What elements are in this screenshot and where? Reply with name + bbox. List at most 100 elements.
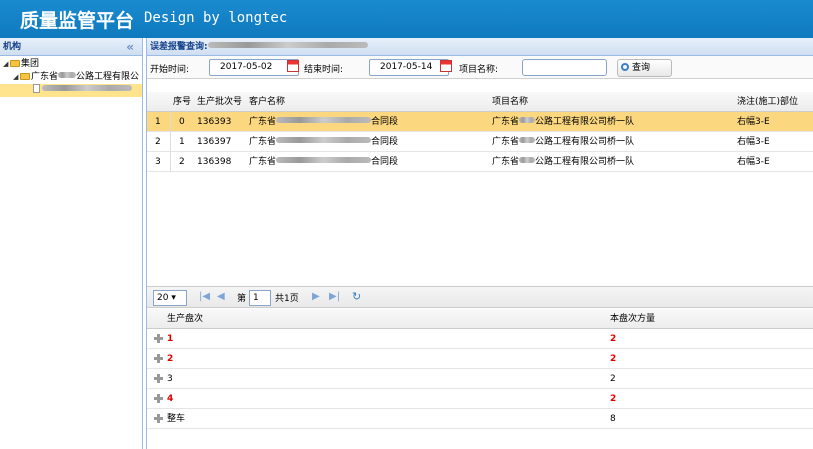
next-page-icon[interactable]: ▶ xyxy=(312,291,320,302)
list-item[interactable]: 3 2 xyxy=(147,369,813,389)
redacted-text xyxy=(519,117,536,123)
start-date-input[interactable]: 2017-05-02 xyxy=(209,59,299,76)
cell-client: 广东省 合同段 xyxy=(249,157,399,167)
page-size-select[interactable]: 20 ▾ xyxy=(153,290,187,306)
tree-node-label-prefix: 广东省 xyxy=(31,72,59,82)
batch-number: 1 xyxy=(167,334,174,344)
last-page-icon[interactable]: ▶| xyxy=(329,291,340,302)
project-name-input[interactable] xyxy=(522,59,607,76)
redacted-text xyxy=(519,137,536,143)
cell-batch: 136397 xyxy=(197,137,232,147)
app-title: 质量监管平台 xyxy=(20,10,135,32)
batch-number: 整车 xyxy=(167,414,186,424)
query-button[interactable]: 查询 xyxy=(617,59,672,77)
tree-node-group[interactable]: ◢ 集团 xyxy=(0,58,142,71)
app-header: 质量监管平台 Design by longtec xyxy=(0,0,813,38)
pagination-bar: 20 ▾ |◀ ◀ 第 1 共1页 ▶ ▶| ↻ xyxy=(147,286,813,308)
folder-icon xyxy=(20,73,30,80)
cell-part: 右幅3-E xyxy=(737,157,770,167)
page-prefix: 第 xyxy=(237,294,247,304)
prev-page-icon[interactable]: ◀ xyxy=(217,291,225,302)
column-header-batch[interactable]: 生产批次号 xyxy=(197,92,242,112)
column-header-client[interactable]: 客户名称 xyxy=(249,92,285,112)
cell-part: 右幅3-E xyxy=(737,117,770,127)
end-time-label: 结束时间: xyxy=(304,65,344,75)
start-time-label: 开始时间: xyxy=(150,65,190,75)
first-page-icon[interactable]: |◀ xyxy=(199,291,210,302)
sidebar-header: 机构 « xyxy=(0,38,142,56)
redacted-text xyxy=(207,42,368,48)
collapse-icon[interactable]: « xyxy=(126,38,134,56)
project-name-label: 项目名称: xyxy=(459,65,499,75)
column-header-volume[interactable]: 本盘次方量 xyxy=(610,309,655,329)
list-item[interactable]: 整车 8 xyxy=(147,409,813,429)
tree-node-label: 集团 xyxy=(21,59,40,69)
page-number-input[interactable]: 1 xyxy=(249,290,271,306)
query-button-label: 查询 xyxy=(632,63,651,73)
file-icon xyxy=(33,84,40,93)
redacted-text xyxy=(42,85,132,91)
cell-seq: 2 xyxy=(179,157,185,167)
tree-node-label-suffix: 公路工程有限公 xyxy=(76,72,140,82)
batch-volume: 2 xyxy=(610,334,617,344)
column-header-part[interactable]: 浇注(施工)部位 xyxy=(737,92,798,112)
expand-plus-icon[interactable] xyxy=(154,354,163,363)
search-icon xyxy=(621,63,629,71)
calendar-icon[interactable] xyxy=(287,60,299,72)
row-index: 1 xyxy=(155,117,161,127)
page-total: 共1页 xyxy=(275,294,299,304)
cell-project: 广东省 公路工程有限公司桥一队 xyxy=(492,157,635,167)
main-panel: 误差报警查询: 开始时间: 2017-05-02 结束时间: 2017-05-1… xyxy=(146,38,813,449)
grid-header: 序号 生产批次号 客户名称 项目名称 浇注(施工)部位 xyxy=(147,92,813,112)
batch-volume: 2 xyxy=(610,394,617,404)
sidebar-title: 机构 xyxy=(3,42,22,52)
batch-volume: 2 xyxy=(610,354,617,364)
row-index: 3 xyxy=(155,157,161,167)
batch-number: 4 xyxy=(167,394,174,404)
org-sidebar: 机构 « ◢ 集团 ◢ 广东省 公路工程有限公 xyxy=(0,38,143,449)
cell-part: 右幅3-E xyxy=(737,137,770,147)
batch-volume: 8 xyxy=(610,414,616,424)
table-row[interactable]: 3 2 136398 广东省 合同段 广东省 公路工程有限公司桥一队 右幅3-E xyxy=(147,152,813,172)
redacted-text xyxy=(276,117,372,123)
list-item[interactable]: 4 2 xyxy=(147,389,813,409)
cell-seq: 1 xyxy=(179,137,185,147)
cell-seq: 0 xyxy=(179,117,185,127)
panel-header: 误差报警查询: xyxy=(147,38,813,56)
cell-batch: 136393 xyxy=(197,117,232,127)
panel-title: 误差报警查询: xyxy=(150,42,208,52)
expand-plus-icon[interactable] xyxy=(154,414,163,423)
redacted-text xyxy=(276,137,372,143)
cell-client: 广东省 合同段 xyxy=(249,137,399,147)
redacted-text xyxy=(276,157,372,163)
expand-plus-icon[interactable] xyxy=(154,394,163,403)
cell-project: 广东省 公路工程有限公司桥一队 xyxy=(492,137,635,147)
expand-plus-icon[interactable] xyxy=(154,374,163,383)
folder-icon xyxy=(10,60,20,67)
batch-volume: 2 xyxy=(610,374,616,384)
cell-project: 广东省 公路工程有限公司桥一队 xyxy=(492,117,635,127)
cell-client: 广东省 合同段 xyxy=(249,117,399,127)
row-index: 2 xyxy=(155,137,161,147)
column-header-batch-number[interactable]: 生产盘次 xyxy=(167,309,203,329)
list-item[interactable]: 2 2 xyxy=(147,349,813,369)
batch-number: 3 xyxy=(167,374,173,384)
redacted-text xyxy=(58,72,77,78)
expand-icon[interactable]: ◢ xyxy=(3,58,10,71)
app-subtitle: Design by longtec xyxy=(144,10,288,26)
tree-node-selected[interactable] xyxy=(0,84,142,97)
refresh-icon[interactable]: ↻ xyxy=(352,290,361,303)
expand-plus-icon[interactable] xyxy=(154,334,163,343)
column-header-seq[interactable]: 序号 xyxy=(173,92,191,112)
column-header-project[interactable]: 项目名称 xyxy=(492,92,528,112)
table-row[interactable]: 1 0 136393 广东省 合同段 广东省 公路工程有限公司桥一队 右幅3-E xyxy=(147,112,813,132)
list-item[interactable]: 1 2 xyxy=(147,329,813,349)
redacted-text xyxy=(519,157,536,163)
end-date-input[interactable]: 2017-05-14 xyxy=(369,59,449,76)
calendar-icon[interactable] xyxy=(440,60,452,72)
expand-icon[interactable]: ◢ xyxy=(13,71,20,84)
table-row[interactable]: 2 1 136397 广东省 合同段 广东省 公路工程有限公司桥一队 右幅3-E xyxy=(147,132,813,152)
search-toolbar: 开始时间: 2017-05-02 结束时间: 2017-05-14 项目名称: … xyxy=(147,56,813,79)
tree-node-company[interactable]: ◢ 广东省 公路工程有限公 xyxy=(0,71,142,84)
batch-number: 2 xyxy=(167,354,174,364)
